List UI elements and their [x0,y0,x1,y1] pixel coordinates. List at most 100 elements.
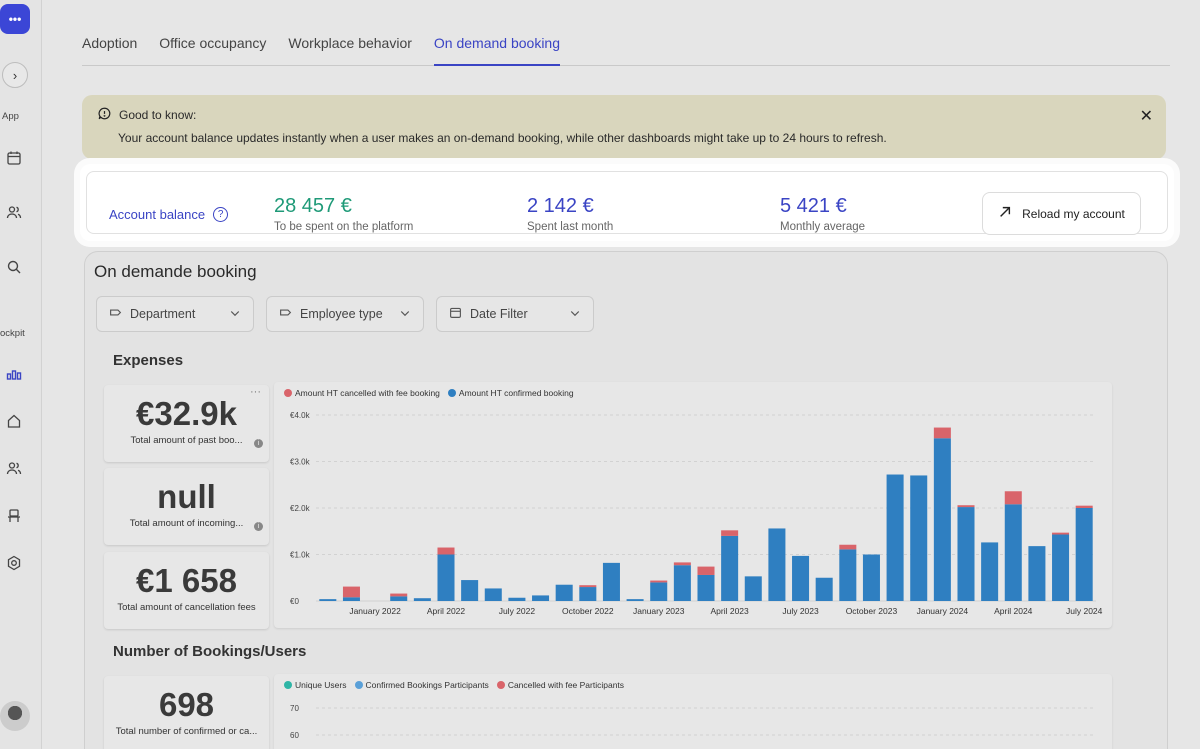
bar-confirmed [602,562,620,601]
x-tick-label: April 2024 [994,606,1033,616]
stat-value: 5 421 € [780,195,847,217]
kpi-cancellation-fees: €1 658 Total amount of cancellation fees [104,552,269,629]
tab-office-occupancy[interactable]: Office occupancy [159,30,266,66]
employee-type-filter[interactable]: Employee type [266,296,424,332]
tab-adoption[interactable]: Adoption [82,30,137,66]
home-icon[interactable] [6,413,22,429]
account-balance-card: Account balance ? 28 457 € To be spent o… [80,164,1174,241]
team-icon[interactable] [6,460,22,476]
y-tick-label: €0 [290,597,299,606]
bar-cancelled [721,530,739,536]
bar-confirmed [1028,546,1046,601]
y-tick-label: €1.0k [290,551,311,560]
search-icon[interactable] [6,259,22,275]
kpi-label: Total amount of incoming... [129,518,244,529]
help-icon[interactable]: ? [213,207,229,222]
expand-sidebar-button[interactable]: › [2,62,28,88]
x-tick-label: January 2024 [917,606,969,616]
bar-cancelled [390,593,408,597]
bar-cancelled [839,544,857,550]
calendar-icon[interactable] [6,150,22,166]
user-avatar[interactable] [0,701,30,731]
x-tick-label: April 2023 [710,606,749,616]
bar-cancelled [650,580,668,583]
bar-cancelled [673,562,691,566]
bar-confirmed [910,475,928,601]
reload-account-button[interactable]: Reload my account [982,192,1141,235]
tab-workplace-behavior[interactable]: Workplace behavior [288,30,411,66]
bar-confirmed [815,577,833,601]
date-filter[interactable]: Date Filter [436,296,594,332]
sidebar-section-cockpit: ockpit [0,328,25,339]
kpi-label: Total amount of past boo... [130,435,243,446]
bar-cancelled [579,585,597,588]
filter-label: Employee type [300,307,383,321]
x-tick-label: July 2022 [499,606,536,616]
settings-icon[interactable] [6,555,22,571]
bar-confirmed [1052,534,1070,601]
bar-confirmed [579,587,597,601]
bar-confirmed [792,555,810,601]
x-tick-label: July 2024 [1066,606,1103,616]
chevron-down-icon [569,307,581,322]
chevron-down-icon [229,307,241,322]
stat-to-be-spent: 28 457 € To be spent on the platform [274,195,413,233]
bar-confirmed [650,582,668,601]
x-tick-label: July 2023 [782,606,819,616]
stat-label: To be spent on the platform [274,221,414,233]
notice-text: Your account balance updates instantly w… [118,131,887,145]
close-icon[interactable]: ✕ [1140,106,1153,126]
bar-confirmed [555,584,573,601]
bar-confirmed [508,597,526,601]
bar-cancelled [1052,532,1070,535]
bar-cancelled [697,566,715,575]
kpi-value: €32.9k [136,395,237,432]
desk-icon[interactable] [6,508,22,524]
bar-cancelled [342,586,360,598]
x-tick-label: October 2023 [846,606,898,616]
stat-monthly-average: 5 421 € Monthly average [780,195,865,233]
bar-confirmed [461,580,479,601]
filter-label: Department [130,307,196,321]
info-icon[interactable]: i [254,439,263,448]
bar-confirmed [721,535,739,601]
tab-on-demand-booking[interactable]: On demand booking [433,30,560,66]
y-tick-label: 60 [290,731,299,740]
kpi-value: 698 [158,686,215,723]
panel-title: On demande booking [94,262,257,281]
info-icon[interactable]: i [254,522,263,531]
analytics-icon[interactable] [6,366,22,382]
bar-confirmed [342,597,360,601]
kpi-label: Total amount of cancellation fees [117,602,256,613]
kpi-past-bookings: ··· €32.9k Total amount of past boo... i [104,385,269,462]
users-icon[interactable] [6,204,22,220]
chevron-right-icon: › [12,67,18,83]
x-tick-label: January 2023 [633,606,685,616]
app-logo[interactable]: ••• [0,4,30,34]
notice-title: Good to know: [119,108,197,122]
stat-value: 2 142 € [527,195,594,217]
bookings-users-title: Number of Bookings/Users [113,643,307,660]
kpi-value: €1 658 [136,562,237,599]
arrow-up-right-icon [998,205,1012,222]
bar-confirmed [484,588,502,601]
stat-spent-last-month: 2 142 € Spent last month [527,195,613,233]
bar-confirmed [319,599,337,601]
stat-value: 28 457 € [274,195,352,217]
department-filter[interactable]: Department [96,296,254,332]
tag-icon [279,306,292,322]
on-demand-booking-panel: On demande booking Department Employee t… [84,251,1168,749]
message-info-icon [98,107,111,123]
bar-confirmed [839,549,857,601]
bar-confirmed [697,574,715,601]
kpi-label: Total number of confirmed or ca... [115,726,258,737]
expenses-bar-chart: €0 €1.0k €2.0k €3.0k €4.0k January 2022 April … [290,411,1103,616]
x-tick-label: April 2022 [427,606,466,616]
bar-cancelled [437,547,455,555]
bar-confirmed [626,599,644,601]
account-balance-label: Account balance [109,207,206,222]
bar-confirmed [390,596,408,601]
stat-label: Monthly average [780,221,866,233]
more-options-icon[interactable]: ··· [250,386,261,398]
kpi-value: null [157,478,216,515]
